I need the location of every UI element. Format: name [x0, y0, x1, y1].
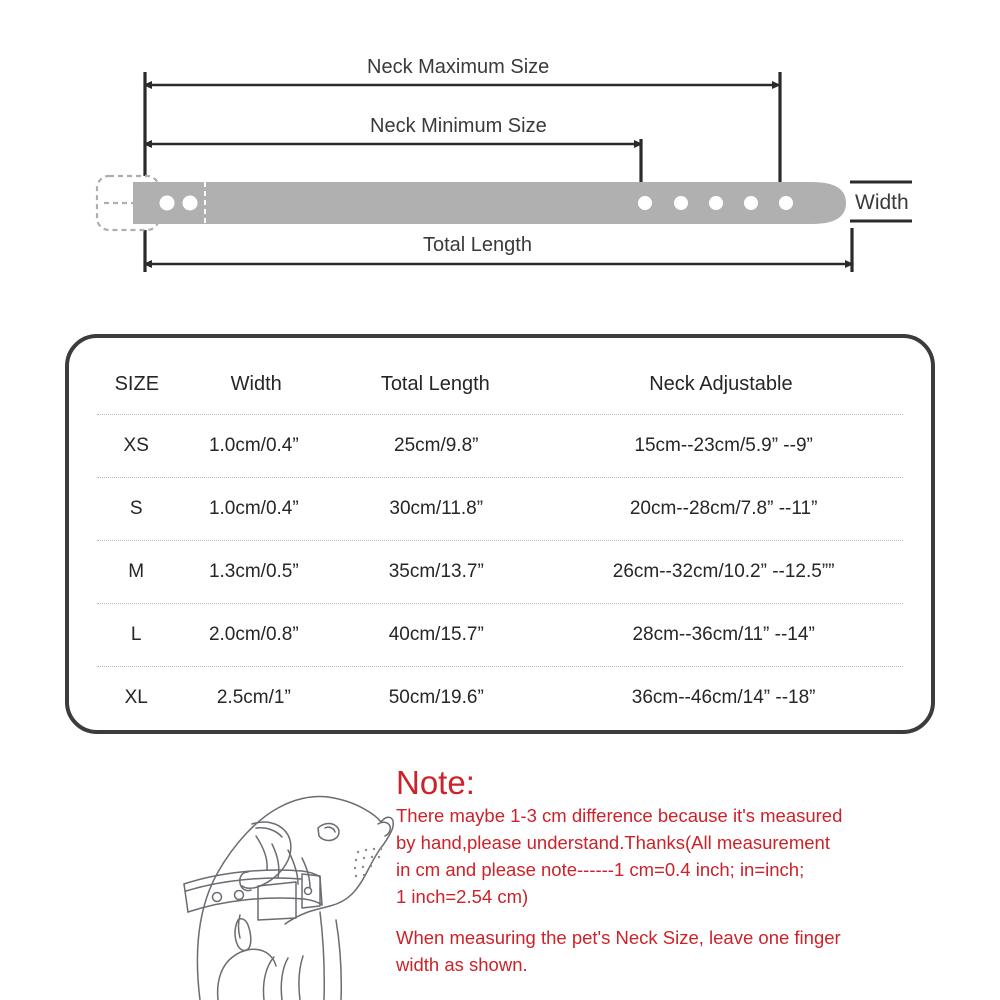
cell-size: XS	[123, 435, 149, 456]
cell-total-length: 25cm/9.8”	[394, 435, 479, 456]
strap-hole	[709, 196, 723, 210]
dimension-label-width: Width	[855, 191, 909, 214]
dimension-label-neck-maximum: Neck Maximum Size	[367, 56, 550, 78]
cell-size: S	[129, 498, 143, 519]
note-line: When measuring the pet's Neck Size, leav…	[396, 927, 841, 948]
collar-strap	[133, 182, 846, 224]
dog-nose	[377, 821, 391, 837]
cell-width: 1.0cm/0.4”	[208, 435, 299, 456]
table-row: XS 1.0cm/0.4” 25cm/9.8” 15cm--23cm/5.9” …	[97, 414, 903, 477]
diagram-svg	[95, 72, 912, 272]
column-header-size: SIZE	[114, 372, 160, 395]
note-paragraph-2: When measuring the pet's Neck Size, leav…	[396, 924, 896, 978]
cell-total-length: 50cm/19.6”	[388, 687, 484, 708]
dog-eye-pupil	[324, 826, 336, 833]
size-chart-page: Neck Maximum Size Neck Minimum Size Tota…	[0, 0, 1000, 1000]
table-row: M 1.3cm/0.5” 35cm/13.7” 26cm--32cm/10.2”…	[97, 540, 903, 603]
note-block: Note: There maybe 1-3 cm difference beca…	[396, 766, 896, 978]
table-header-row: SIZE Width Total Length Neck Adjustable	[97, 354, 903, 414]
dimension-label-total-length: Total Length	[423, 234, 532, 256]
cell-size: M	[128, 561, 145, 582]
strap-hole	[638, 196, 652, 210]
dog-eye	[317, 822, 340, 842]
cell-neck-adjustable: 36cm--46cm/14” --18”	[631, 687, 816, 708]
note-line: 1 inch=2.54 cm)	[396, 886, 529, 907]
cell-total-length: 35cm/13.7”	[388, 561, 484, 582]
note-line: by hand,please understand.Thanks(All mea…	[396, 832, 830, 853]
cell-neck-adjustable: 26cm--32cm/10.2” --12.5””	[612, 561, 835, 582]
dog-ear-inner	[255, 827, 283, 838]
strap-hole	[744, 196, 758, 210]
dog-illustration-svg	[183, 795, 394, 1000]
cell-total-length: 40cm/15.7”	[388, 624, 484, 645]
column-header-width: Width	[230, 372, 282, 395]
note-line: in cm and please note------1 cm=0.4 inch…	[396, 859, 805, 880]
cell-width: 1.0cm/0.4”	[208, 498, 299, 519]
cell-width: 2.5cm/1”	[216, 687, 291, 708]
size-chart-table: SIZE Width Total Length Neck Adjustable …	[65, 334, 935, 734]
strap-hole	[159, 195, 175, 211]
cell-total-length: 30cm/11.8”	[389, 498, 484, 519]
table-row: XL 2.5cm/1” 50cm/19.6” 36cm--46cm/14” --…	[97, 666, 903, 729]
note-line: width as shown.	[396, 954, 528, 975]
cell-neck-adjustable: 20cm--28cm/7.8” --11”	[629, 498, 818, 519]
column-header-neck-adjustable: Neck Adjustable	[649, 372, 793, 395]
strap-hole	[779, 196, 793, 210]
cell-size: XL	[124, 687, 148, 708]
collar-dimension-diagram: Neck Maximum Size Neck Minimum Size Tota…	[0, 0, 1000, 320]
strap-hole	[674, 196, 688, 210]
dog-collar	[183, 869, 323, 952]
dimension-label-neck-minimum: Neck Minimum Size	[370, 115, 547, 137]
dog-jaw-line	[284, 905, 331, 925]
column-header-total-length: Total Length	[380, 372, 490, 395]
cell-neck-adjustable: 15cm--23cm/5.9” --9”	[634, 435, 813, 456]
size-chart-table-inner: SIZE Width Total Length Neck Adjustable …	[97, 354, 903, 714]
strap-hole	[182, 195, 198, 211]
hand-fingers	[216, 948, 277, 1000]
cell-width: 2.0cm/0.8”	[208, 624, 299, 645]
cell-neck-adjustable: 28cm--36cm/11” --14”	[632, 624, 815, 645]
table-row: L 2.0cm/0.8” 40cm/15.7” 28cm--36cm/11” -…	[97, 603, 903, 666]
note-paragraph-1: There maybe 1-3 cm difference because it…	[396, 802, 896, 910]
note-title: Note:	[396, 764, 475, 801]
table-row: S 1.0cm/0.4” 30cm/11.8” 20cm--28cm/7.8” …	[97, 477, 903, 540]
cell-width: 1.3cm/0.5”	[208, 561, 299, 582]
dog-neck-lines	[319, 911, 342, 1000]
dog-head-illustration	[160, 752, 410, 1000]
note-line: There maybe 1-3 cm difference because it…	[396, 805, 843, 826]
cell-size: L	[130, 624, 142, 645]
